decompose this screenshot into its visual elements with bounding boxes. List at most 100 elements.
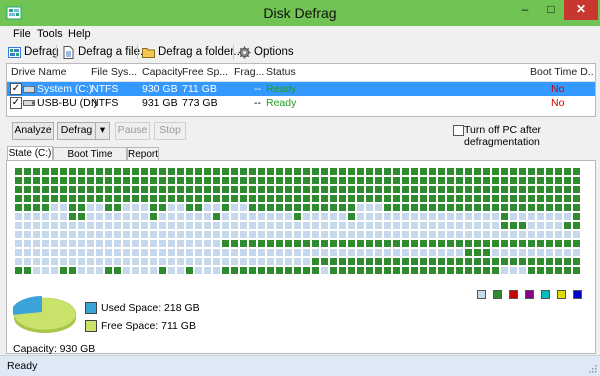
cluster-block [177,231,184,238]
drive-row-system-c[interactable]: ✓ System (C:) NTFS 930 GB 711 GB -- Read… [7,82,595,96]
close-button[interactable]: ✕ [564,0,598,20]
cluster-block [213,204,220,211]
cluster-block [69,168,76,175]
cluster-block [420,267,427,274]
cluster-block [348,213,355,220]
cluster-block [411,267,418,274]
cluster-block [375,222,382,229]
cluster-block [78,231,85,238]
column-header-drive-name[interactable]: Drive Name [11,64,91,81]
cluster-block [195,222,202,229]
tab-report[interactable]: Report [127,147,159,161]
turn-off-pc-checkbox[interactable] [453,125,464,136]
drive-row-usb-bu-d[interactable]: ✓ USB-BU (D:) NTFS 931 GB 773 GB -- Read… [7,96,595,110]
menu-tools[interactable]: Tools [37,28,63,40]
cluster-block [420,168,427,175]
cluster-block [303,231,310,238]
cluster-block [186,168,193,175]
column-header-fragmentation[interactable]: Frag... [234,64,264,81]
maximize-button[interactable]: □ [538,0,564,20]
column-header-capacity[interactable]: Capacity [142,64,182,81]
cluster-block [186,267,193,274]
cluster-block [159,204,166,211]
cluster-block [60,168,67,175]
title-bar[interactable]: Disk Defrag – □ ✕ [0,0,600,26]
cluster-block [492,186,499,193]
cluster-block [573,258,580,265]
cluster-block [231,240,238,247]
cluster-block [528,213,535,220]
cluster-block [474,177,481,184]
cluster-block [573,195,580,202]
cluster-block [312,195,319,202]
cluster-block [411,240,418,247]
cluster-block [546,258,553,265]
cluster-block [51,240,58,247]
cluster-block [492,249,499,256]
cluster-block [339,186,346,193]
cluster-block [501,204,508,211]
menu-file[interactable]: File [13,28,31,40]
cluster-block [339,258,346,265]
cluster-block [339,231,346,238]
cluster-block [285,231,292,238]
minimize-button[interactable]: – [512,0,538,20]
column-header-file-system[interactable]: File Sys... [91,64,139,81]
cluster-block [33,213,40,220]
pause-button[interactable]: Pause [115,122,150,140]
cluster-block [96,177,103,184]
cluster-block [267,231,274,238]
cluster-block [366,258,373,265]
cluster-block [195,213,202,220]
cluster-block [177,186,184,193]
cluster-block [294,267,301,274]
cluster-block [258,195,265,202]
cluster-block [177,213,184,220]
drive-list[interactable]: Drive Name File Sys... Capacity Free Sp.… [6,63,596,117]
cluster-block [429,231,436,238]
toolbar-options-button[interactable]: Options [238,44,294,60]
resize-grip-icon[interactable] [588,364,597,373]
drive-fragmentation: -- [254,83,261,95]
cluster-block [357,195,364,202]
cluster-block [438,168,445,175]
column-header-boot-time[interactable]: Boot Time D... [530,64,594,81]
tab-state-c[interactable]: State (C:) [7,146,53,161]
cluster-block [249,177,256,184]
cluster-block [564,222,571,229]
cluster-block [114,168,121,175]
cluster-block [546,240,553,247]
cluster-block [15,222,22,229]
cluster-block [573,249,580,256]
cluster-block [87,195,94,202]
cluster-block [96,249,103,256]
cluster-block [15,213,22,220]
toolbar-defrag-button[interactable]: Defrag [8,44,59,60]
toolbar-defrag-folder-button[interactable]: Defrag a folder... [142,44,243,60]
stop-button[interactable]: Stop [154,122,186,140]
defrag-button[interactable]: Defrag [57,122,96,140]
column-header-status[interactable]: Status [266,64,326,81]
tab-boot-time-defrag[interactable]: Boot Time Defrag [53,147,127,173]
free-space-label: Free Space: 711 GB [101,320,196,332]
menu-help[interactable]: Help [68,28,91,40]
cluster-block [447,267,454,274]
cluster-block [249,168,256,175]
drive-checkbox[interactable]: ✓ [10,83,22,95]
cluster-block [78,168,85,175]
cluster-block [330,195,337,202]
defrag-dropdown-button[interactable]: ▾ [95,122,110,140]
turn-off-pc-label[interactable]: Turn off PC after defragmentation [464,124,600,148]
column-header-free-space[interactable]: Free Sp... [182,64,232,81]
cluster-block [501,258,508,265]
cluster-block [348,177,355,184]
cluster-block [87,249,94,256]
cluster-block [483,168,490,175]
cluster-block [366,177,373,184]
cluster-block [15,258,22,265]
cluster-block [96,168,103,175]
drive-checkbox[interactable]: ✓ [10,97,22,109]
analyze-button[interactable]: Analyze [12,122,54,140]
cluster-block [537,258,544,265]
cluster-block [240,186,247,193]
